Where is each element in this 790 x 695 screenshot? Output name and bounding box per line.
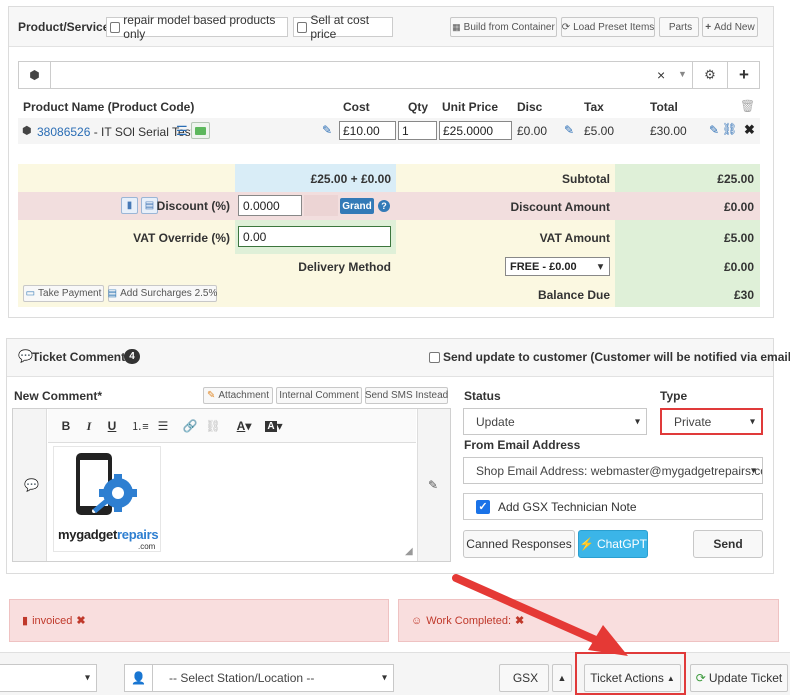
- annotation-arrow: [452, 574, 628, 656]
